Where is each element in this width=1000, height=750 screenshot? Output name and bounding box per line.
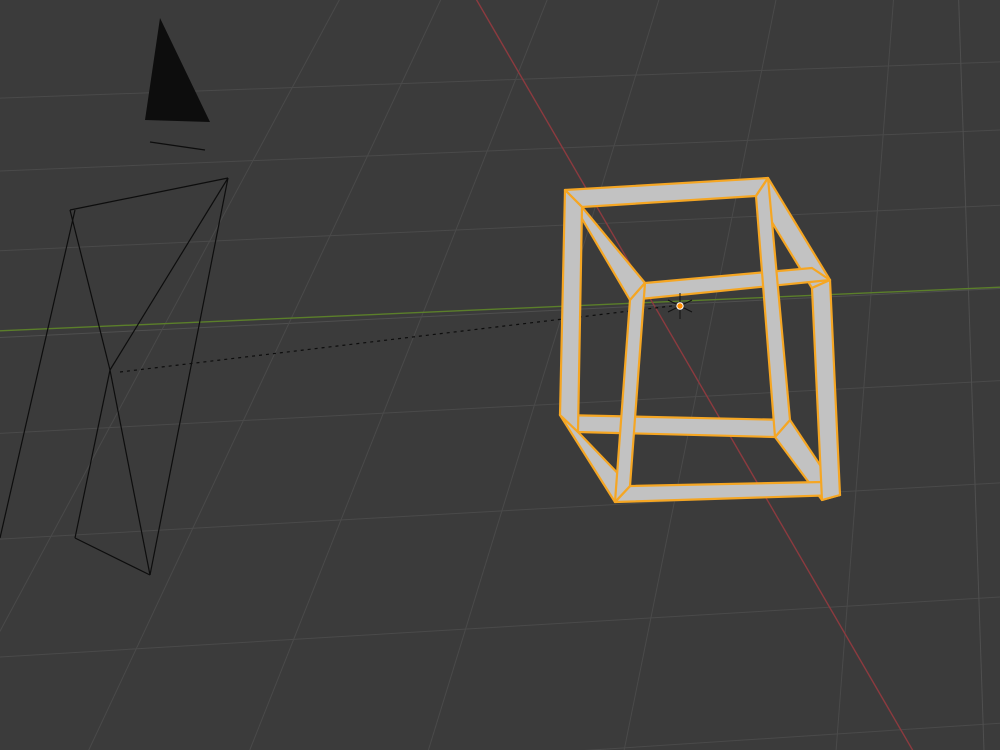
viewport-3d[interactable]: [0, 0, 1000, 750]
